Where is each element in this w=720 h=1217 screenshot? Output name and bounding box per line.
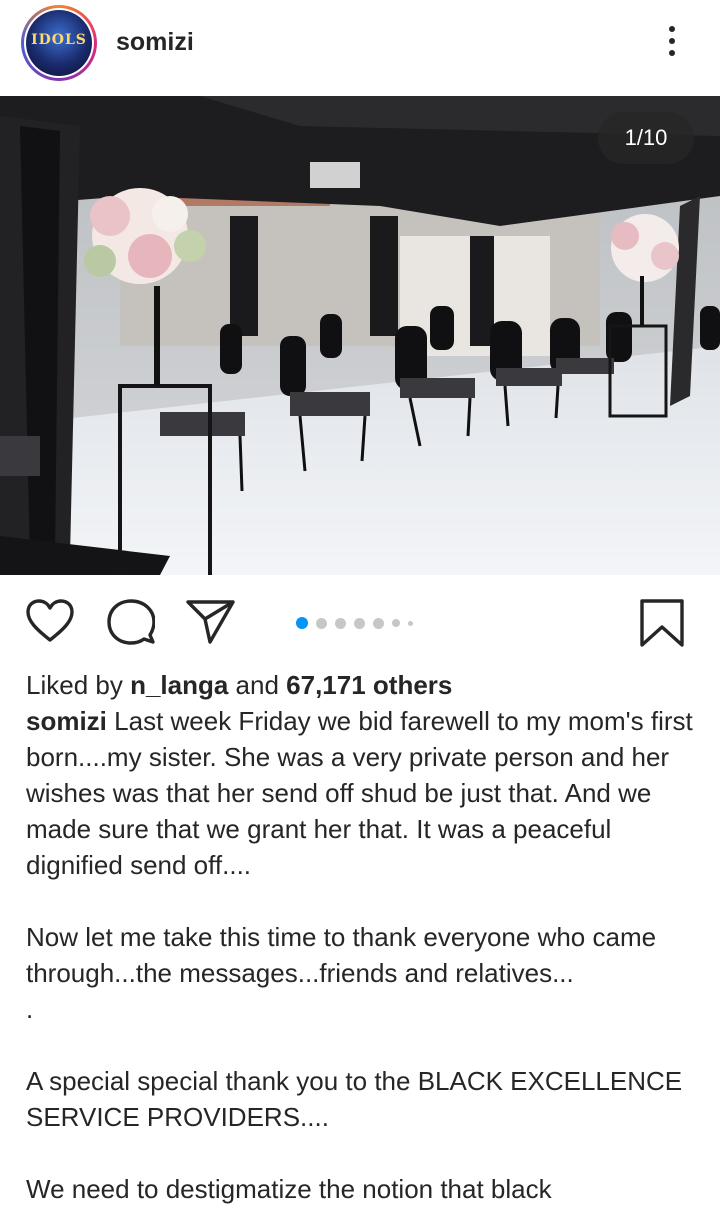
caption-spacer xyxy=(26,883,698,919)
post-image[interactable] xyxy=(0,96,720,575)
action-bar xyxy=(0,575,720,667)
carousel-dot xyxy=(373,617,384,629)
carousel-dot xyxy=(354,617,365,629)
bookmark-icon[interactable] xyxy=(640,599,684,647)
caption-spacer xyxy=(26,1027,698,1063)
wedding-venue-photo xyxy=(0,96,720,575)
carousel-indicator xyxy=(296,617,413,629)
avatar-logo-text: IDOLS xyxy=(31,32,87,48)
carousel-dot-active xyxy=(296,617,308,629)
post-caption: Liked by n_langa and 67,171 others somiz… xyxy=(26,667,698,1207)
likes-prefix: Liked by xyxy=(26,670,131,700)
likes-line: Liked by n_langa and 67,171 others xyxy=(26,667,698,703)
comment-icon[interactable] xyxy=(107,599,155,645)
story-ring[interactable]: IDOLS xyxy=(21,5,97,81)
carousel-dot xyxy=(316,617,327,629)
caption-paragraph: A special special thank you to the BLACK… xyxy=(26,1066,683,1132)
caption-text: Last week Friday we bid farewell to my m… xyxy=(26,706,693,880)
likes-connector: and xyxy=(228,670,287,700)
liker-username[interactable]: n_langa xyxy=(130,670,228,700)
caption-author[interactable]: somizi xyxy=(26,706,107,736)
caption-spacer xyxy=(26,1135,698,1171)
avatar[interactable]: IDOLS xyxy=(26,10,92,76)
carousel-dot xyxy=(335,617,346,629)
carousel-dot xyxy=(408,620,413,626)
caption-paragraph: We need to destigmatize the notion that … xyxy=(26,1174,552,1204)
username[interactable]: somizi xyxy=(116,28,194,57)
caption-paragraph: somizi Last week Friday we bid farewell … xyxy=(26,703,698,883)
carousel-dot xyxy=(392,619,400,627)
post-header: IDOLS somizi xyxy=(0,0,720,96)
caption-paragraph: Now let me take this time to thank every… xyxy=(26,922,657,988)
heart-icon[interactable] xyxy=(26,599,74,643)
carousel-counter: 1/10 xyxy=(598,112,694,164)
more-vertical-icon[interactable] xyxy=(660,26,684,60)
likes-count[interactable]: 67,171 others xyxy=(286,670,452,700)
caption-paragraph: . xyxy=(26,994,34,1024)
send-icon[interactable] xyxy=(186,599,236,645)
